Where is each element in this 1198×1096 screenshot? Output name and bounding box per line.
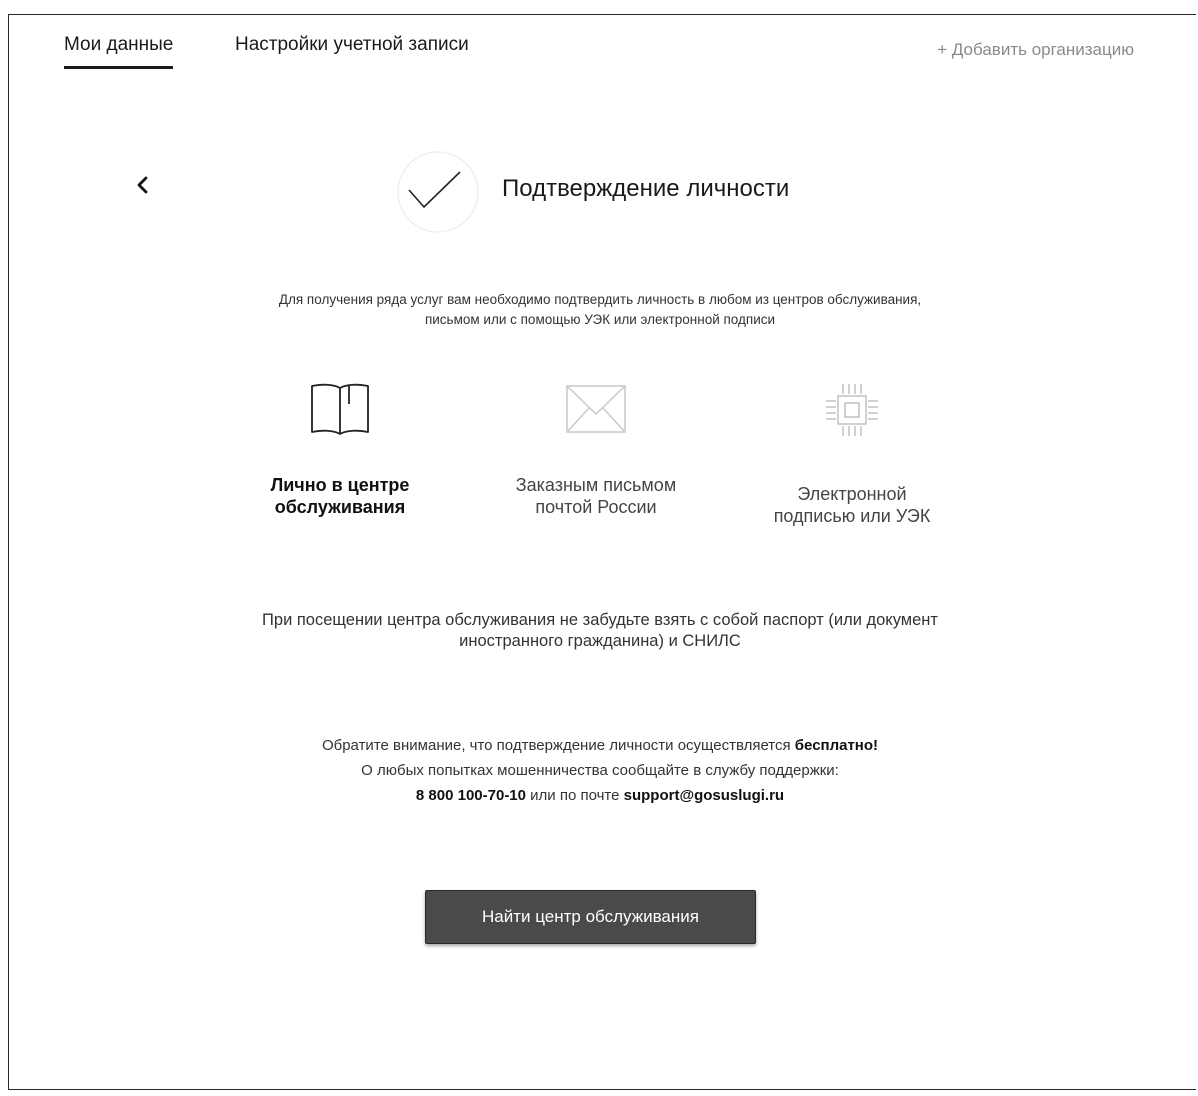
free-notice-bold: бесплатно! [794, 737, 879, 754]
intro-line-1: Для получения ряда услуг вам необходимо … [278, 292, 922, 307]
method-registered-mail-line-2: почтой России [535, 497, 657, 517]
check-icon [397, 151, 479, 233]
intro-text: Для получения ряда услуг вам необходимо … [150, 290, 1050, 330]
tab-my-data[interactable]: Мои данные [64, 34, 174, 69]
intro-line-2: письмом или с помощью УЭК или электронно… [424, 312, 776, 327]
support-email[interactable]: support@gosuslugi.ru [624, 787, 784, 804]
method-e-signature[interactable]: Электронной подписью или УЭК [737, 380, 967, 527]
passport-reminder: При посещении центра обслуживания не заб… [150, 610, 1050, 652]
back-button[interactable] [130, 170, 154, 200]
find-service-center-button[interactable]: Найти центр обслуживания [425, 890, 756, 944]
tab-account-settings[interactable]: Настройки учетной записи [235, 34, 469, 56]
add-organization-link[interactable]: + Добавить организацию [937, 40, 1134, 60]
method-e-signature-line-2: подписью или УЭК [773, 506, 931, 526]
support-phone: 8 800 100-70-10 [415, 787, 526, 804]
chip-icon [826, 384, 878, 436]
passport-reminder-line-1: При посещении центра обслуживания не заб… [262, 611, 938, 629]
support-or-email-text: или по почте [526, 787, 624, 804]
fraud-warning: Обратите внимание, что подтверждение лич… [150, 733, 1050, 808]
passport-reminder-line-2: иностранного гражданина) и СНИЛС [459, 632, 741, 650]
fraud-warning-line-3: 8 800 100-70-10 или по почте support@gos… [150, 783, 1050, 808]
method-in-person[interactable]: Лично в центре обслуживания [225, 380, 455, 518]
method-registered-mail-line-1: Заказным письмом [515, 475, 677, 495]
method-e-signature-line-1: Электронной [797, 484, 907, 504]
fraud-warning-line-1: Обратите внимание, что подтверждение лич… [150, 733, 1050, 758]
fraud-warning-line-2: О любых попытках мошенничества сообщайте… [361, 762, 839, 779]
method-registered-mail[interactable]: Заказным письмом почтой России [481, 380, 711, 518]
envelope-icon [566, 385, 626, 433]
page-title: Подтверждение личности [502, 175, 790, 202]
method-in-person-line-1: Лично в центре [270, 475, 410, 495]
free-notice-text: Обратите внимание, что подтверждение лич… [321, 737, 795, 754]
method-in-person-line-2: обслуживания [274, 497, 406, 517]
open-book-icon [311, 383, 369, 435]
chevron-left-icon [137, 176, 148, 194]
